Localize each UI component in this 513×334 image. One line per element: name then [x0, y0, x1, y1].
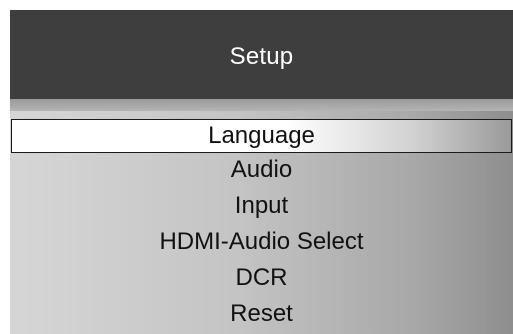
menu-list: Language Audio Input HDMI-Audio Select D… — [10, 111, 513, 334]
menu-item-input[interactable]: Input — [10, 189, 513, 223]
menu-item-audio[interactable]: Audio — [10, 153, 513, 187]
menu-item-language[interactable]: Language — [11, 119, 512, 153]
header-divider — [10, 99, 513, 111]
menu-item-hdmi-audio-select[interactable]: HDMI-Audio Select — [10, 225, 513, 259]
menu-item-reset[interactable]: Reset — [10, 297, 513, 331]
menu-header: Setup — [10, 10, 513, 99]
menu-title: Setup — [229, 42, 294, 70]
setup-menu-panel: Setup Language Audio Input HDMI-Audio Se… — [10, 10, 513, 334]
menu-item-dcr[interactable]: DCR — [10, 261, 513, 295]
